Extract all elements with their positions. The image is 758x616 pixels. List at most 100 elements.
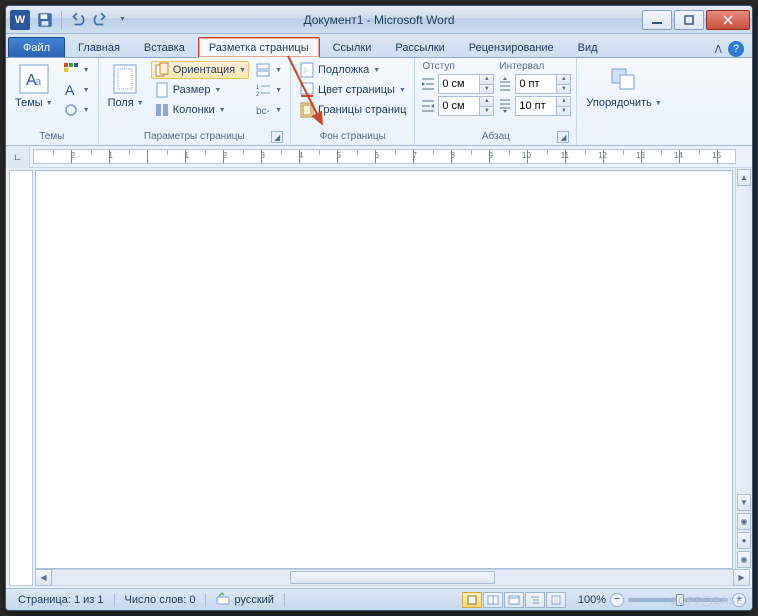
status-page[interactable]: Страница: 1 из 1 (12, 594, 110, 606)
margins-button[interactable]: Поля▼ (104, 61, 148, 111)
space-before-spinner[interactable]: ▲▼ (515, 74, 571, 94)
tab-selector[interactable]: ∟ (6, 146, 30, 168)
spin-down[interactable]: ▼ (556, 107, 570, 116)
indent-right-input[interactable] (439, 97, 479, 115)
scroll-down-icon[interactable]: ▼ (737, 494, 751, 511)
spin-down[interactable]: ▼ (556, 85, 570, 94)
columns-button[interactable]: Колонки▼ (151, 101, 249, 119)
next-page-icon[interactable]: ◉ (737, 551, 751, 568)
arrange-label: Упорядочить (586, 97, 651, 109)
spacing-header: Интервал (497, 61, 571, 72)
svg-text:2: 2 (256, 92, 260, 98)
save-icon[interactable] (36, 11, 54, 29)
theme-colors-button[interactable]: ▼ (60, 61, 93, 79)
spin-up[interactable]: ▲ (479, 97, 493, 107)
document-page[interactable] (35, 170, 733, 569)
scroll-up-icon[interactable]: ▲ (737, 169, 751, 186)
group-label-page-background: Фон страницы (296, 129, 409, 145)
undo-icon[interactable] (69, 11, 87, 29)
zoom-value[interactable]: 100% (578, 594, 606, 606)
group-arrange: Упорядочить▼ (577, 58, 670, 145)
prev-page-icon[interactable]: ◉ (737, 513, 751, 530)
app-window: W ▼ Документ1 - Microsoft Word Файл Глав… (5, 5, 753, 611)
space-before-input[interactable] (516, 75, 556, 93)
view-print-layout[interactable] (462, 592, 482, 608)
orientation-button[interactable]: Ориентация▼ (151, 61, 249, 79)
view-full-screen[interactable] (483, 592, 503, 608)
paragraph-dialog-launcher[interactable]: ◢ (557, 131, 569, 143)
browse-object-icon[interactable]: ● (737, 532, 751, 549)
space-after-input[interactable] (516, 97, 556, 115)
vertical-ruler[interactable] (9, 170, 33, 586)
status-language[interactable]: русский (210, 591, 279, 608)
breaks-icon (255, 62, 271, 78)
space-after-icon (497, 98, 513, 114)
arrange-button[interactable]: Упорядочить▼ (582, 61, 665, 111)
horizontal-ruler[interactable]: 2112345678910111213141516 (33, 149, 736, 164)
ribbon-minimize-icon[interactable]: ᐱ (714, 43, 722, 56)
spin-up[interactable]: ▲ (479, 75, 493, 85)
tab-insert[interactable]: Вставка (133, 37, 196, 57)
size-button[interactable]: Размер▼ (151, 81, 249, 99)
scroll-right-icon[interactable]: ▶ (733, 569, 750, 586)
status-word-count[interactable]: Число слов: 0 (119, 594, 202, 606)
line-numbers-button[interactable]: 12▼ (252, 81, 285, 99)
tab-mailings[interactable]: Рассылки (384, 37, 455, 57)
svg-text:A: A (65, 82, 75, 98)
hyphenation-button[interactable]: bс-▼ (252, 101, 285, 119)
zoom-out-button[interactable]: − (610, 593, 624, 607)
watermark-button[interactable]: AПодложка▼ (296, 61, 409, 79)
tab-page-layout[interactable]: Разметка страницы (198, 37, 320, 58)
horizontal-ruler-strip: ∟ 2112345678910111213141516 (6, 146, 752, 168)
minimize-button[interactable] (642, 10, 672, 30)
view-web-layout[interactable] (504, 592, 524, 608)
page-setup-dialog-launcher[interactable]: ◢ (271, 131, 283, 143)
space-after-spinner[interactable]: ▲▼ (515, 96, 571, 116)
view-outline[interactable] (525, 592, 545, 608)
indent-right-icon (420, 98, 436, 114)
ribbon: Aa Темы▼ ▼ A▼ ▼ Темы Поля▼ Ориентация▼ (6, 58, 752, 146)
themes-button[interactable]: Aa Темы▼ (11, 61, 57, 111)
document-area: ▲ ▼ ◉ ● ◉ ◀ ▶ (6, 168, 752, 588)
redo-icon[interactable] (91, 11, 109, 29)
group-label-themes: Темы (11, 129, 93, 145)
indent-right-spinner[interactable]: ▲▼ (438, 96, 494, 116)
tab-file[interactable]: Файл (8, 37, 65, 57)
horizontal-scrollbar[interactable]: ◀ ▶ (35, 569, 750, 586)
view-draft[interactable] (546, 592, 566, 608)
scroll-left-icon[interactable]: ◀ (35, 569, 52, 586)
qat-customize-icon[interactable]: ▼ (113, 11, 131, 29)
line-numbers-icon: 12 (255, 82, 271, 98)
word-app-icon[interactable]: W (10, 10, 30, 30)
help-icon[interactable]: ? (728, 41, 744, 57)
spin-up[interactable]: ▲ (556, 75, 570, 85)
spin-down[interactable]: ▼ (479, 107, 493, 116)
group-page-background: AПодложка▼ Цвет страницы▼ Границы страни… (291, 58, 415, 145)
page-borders-icon (299, 102, 315, 118)
page-color-button[interactable]: Цвет страницы▼ (296, 81, 409, 99)
spin-up[interactable]: ▲ (556, 97, 570, 107)
theme-effects-button[interactable]: ▼ (60, 101, 93, 119)
close-button[interactable] (706, 10, 750, 30)
help-area: ᐱ ? (714, 41, 752, 57)
spin-down[interactable]: ▼ (479, 85, 493, 94)
vertical-scrollbar[interactable]: ▲ ▼ ◉ ● ◉ (735, 168, 752, 569)
tab-references[interactable]: Ссылки (322, 37, 383, 57)
watermark-brand: SOFT◯BASE (670, 596, 744, 607)
svg-text:1: 1 (256, 85, 260, 91)
columns-icon (154, 102, 170, 118)
orientation-label: Ориентация (173, 64, 235, 76)
indent-left-input[interactable] (439, 75, 479, 93)
group-paragraph: Отступ ▲▼ ▲▼ Интервал ▲▼ (415, 58, 577, 145)
indent-left-spinner[interactable]: ▲▼ (438, 74, 494, 94)
qat-separator (61, 11, 62, 29)
scroll-h-thumb[interactable] (290, 571, 494, 584)
breaks-button[interactable]: ▼ (252, 61, 285, 79)
theme-fonts-button[interactable]: A▼ (60, 81, 93, 99)
tab-view[interactable]: Вид (567, 37, 609, 57)
tab-home[interactable]: Главная (67, 37, 131, 57)
tab-review[interactable]: Рецензирование (458, 37, 565, 57)
maximize-button[interactable] (674, 10, 704, 30)
page-borders-button[interactable]: Границы страниц (296, 101, 409, 119)
group-label-arrange (582, 140, 665, 145)
